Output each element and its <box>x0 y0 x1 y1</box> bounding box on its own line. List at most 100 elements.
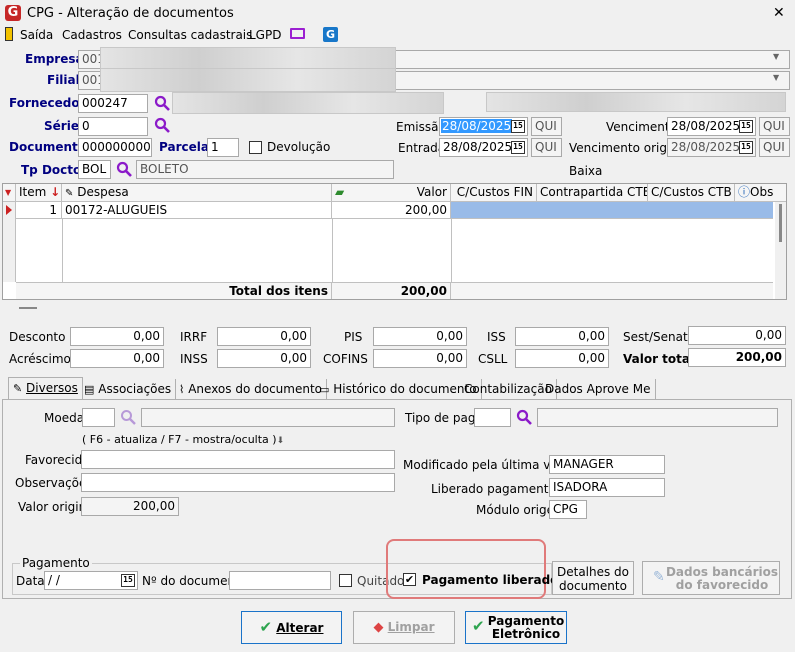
moeda-field[interactable] <box>82 408 115 427</box>
tab-anexos[interactable]: ⌇ Anexos do documento <box>175 379 327 400</box>
grid-col-valor[interactable]: ▰ Valor <box>332 184 451 201</box>
emissao-day: QUI <box>531 117 562 136</box>
money-icon: ▰ <box>335 185 345 199</box>
entrada-day: QUI <box>531 138 562 157</box>
moeda-desc-field <box>141 408 395 427</box>
grid-col-line-valor <box>332 219 333 282</box>
filial-dropdown-icon[interactable]: ▼ <box>773 73 779 82</box>
modulo-field: CPG <box>549 500 587 519</box>
pagamento-data-label: Data <box>16 574 45 588</box>
empresa-dropdown-icon[interactable]: ▼ <box>773 52 779 61</box>
detalhes-documento-button[interactable]: Detalhes do documento <box>552 561 634 595</box>
vencimento-calendar-icon[interactable]: 15 <box>739 120 753 133</box>
paperclip-icon: ⌇ <box>179 383 185 396</box>
alterar-button[interactable]: ✔ Alterar <box>241 611 342 644</box>
menu-consultas-cadastrais[interactable]: Consultas cadastrais <box>128 28 252 42</box>
fornecedor-search-icon[interactable] <box>154 95 170 111</box>
sest-label: Sest/Senat <box>623 330 688 344</box>
tab-dados-aprove-me[interactable]: Dados Aprove Me <box>541 379 656 400</box>
g-logo-icon[interactable]: G <box>323 27 338 42</box>
sort-icon: ↓ <box>50 185 61 199</box>
desconto-field[interactable]: 0,00 <box>70 327 164 346</box>
tab-associacoes[interactable]: ▤ Associações <box>80 379 177 400</box>
menu-lgpd[interactable]: LGPD <box>249 28 281 42</box>
fornecedor-field[interactable]: 000247 <box>78 94 148 113</box>
tipo-pagto-search-icon[interactable] <box>516 409 532 425</box>
moeda-search-icon[interactable] <box>120 409 136 425</box>
csll-label: CSLL <box>478 352 508 366</box>
valor-total-field: 200,00 <box>688 348 786 367</box>
grid-vscrollbar[interactable] <box>775 202 786 299</box>
emissao-value: 28/08/2025 <box>441 119 513 133</box>
exit-icon[interactable] <box>5 27 13 41</box>
grid-total-row: Total dos itens 200,00 <box>16 282 773 299</box>
filial-label: Filial <box>47 73 80 87</box>
sest-field[interactable]: 0,00 <box>688 326 786 345</box>
close-icon[interactable]: ✕ <box>773 5 785 21</box>
venc-orig-calendar-icon[interactable]: 15 <box>739 141 753 154</box>
serie-label: Série <box>44 119 79 133</box>
quitado-checkbox[interactable] <box>339 574 352 587</box>
grid-col-lines <box>62 219 452 282</box>
grid-col-despesa[interactable]: ✎ Despesa <box>62 184 332 201</box>
row-selection <box>451 202 773 218</box>
fornecedor-label: Fornecedor <box>9 96 86 110</box>
tab-historico[interactable]: ▭ Histórico do documento <box>315 379 482 400</box>
tipo-pagto-desc-field <box>537 408 778 427</box>
cofins-field[interactable]: 0,00 <box>373 349 467 368</box>
iss-field[interactable]: 0,00 <box>515 327 609 346</box>
emissao-calendar-icon[interactable]: 15 <box>511 120 525 133</box>
items-grid[interactable]: ▼ Item ↓ ✎ Despesa ▰ Valor C/Custos FIN C… <box>2 183 787 300</box>
row-item: 1 <box>16 202 62 219</box>
pagamento-eletronico-button[interactable]: ✔ Pagamento Eletrônico <box>465 611 567 644</box>
associacoes-icon: ▤ <box>84 383 95 396</box>
tipo-pagto-field[interactable] <box>474 408 511 427</box>
grid-hscroll-thumb[interactable] <box>19 307 37 309</box>
inss-field[interactable]: 0,00 <box>217 349 311 368</box>
history-icon: ▭ <box>319 383 330 396</box>
pagamento-data-calendar-icon[interactable]: 15 <box>121 574 135 587</box>
documento-label: Documento <box>9 140 87 154</box>
grid-col-item[interactable]: Item ↓ <box>16 184 62 201</box>
total-value: 200,00 <box>332 283 451 299</box>
grid-col-obs[interactable]: ⓘObs <box>735 184 780 201</box>
venc-orig-day: QUI <box>759 138 790 157</box>
monitor-icon[interactable] <box>290 28 305 39</box>
serie-search-icon[interactable] <box>154 117 170 133</box>
tpdocto-search-icon[interactable] <box>116 161 132 177</box>
tab-diversos[interactable]: ✎ Diversos <box>8 377 83 399</box>
irrf-field[interactable]: 0,00 <box>217 327 311 346</box>
serie-field[interactable]: 0 <box>78 117 148 136</box>
grid-col-ccustos-fin[interactable]: C/Custos FIN <box>451 184 537 201</box>
pencil-icon: ✎ <box>13 382 23 395</box>
valor-original-field: 200,00 <box>81 497 179 516</box>
documento-field[interactable]: 0000000001 <box>78 138 152 157</box>
csll-field[interactable]: 0,00 <box>515 349 609 368</box>
menu-saida[interactable]: Saída <box>20 28 53 42</box>
dados-bancarios-button: ✎ Dados bancários do favorecido <box>642 561 780 595</box>
parcela-field[interactable]: 1 <box>207 138 239 157</box>
grid-col-contrapartida-ctb[interactable]: Contrapartida CTB <box>537 184 648 201</box>
pagamento-liberado-checkbox[interactable]: ✔ <box>403 573 416 586</box>
fornecedor-extra-redacted <box>486 92 786 112</box>
pen-icon: ✎ <box>653 569 665 585</box>
table-row[interactable]: 1 00172-ALUGUEIS 200,00 <box>16 202 773 219</box>
baixa-label: Baixa <box>569 164 603 178</box>
acrescimo-field[interactable]: 0,00 <box>70 349 164 368</box>
observacoes-field[interactable] <box>81 473 395 492</box>
tpdocto-code-field[interactable]: BOL <box>78 160 111 179</box>
menu-cadastros[interactable]: Cadastros <box>62 28 122 42</box>
pis-field[interactable]: 0,00 <box>373 327 467 346</box>
favorecido-label: Favorecido <box>25 453 90 467</box>
entrada-calendar-icon[interactable]: 15 <box>511 141 525 154</box>
tpdocto-desc-field: BOLETO <box>136 160 394 179</box>
check-icon: ✔ <box>472 617 485 635</box>
scroll-thumb[interactable] <box>779 204 782 242</box>
ndoc-field[interactable] <box>229 571 331 590</box>
devolucao-label: Devolução <box>267 140 331 154</box>
pagamento-group-label: Pagamento <box>20 556 92 570</box>
valor-total-label: Valor total <box>623 352 695 366</box>
grid-col-ccustos-ctb[interactable]: C/Custos CTB <box>648 184 735 201</box>
devolucao-checkbox[interactable] <box>249 141 262 154</box>
favorecido-field[interactable] <box>81 450 395 469</box>
